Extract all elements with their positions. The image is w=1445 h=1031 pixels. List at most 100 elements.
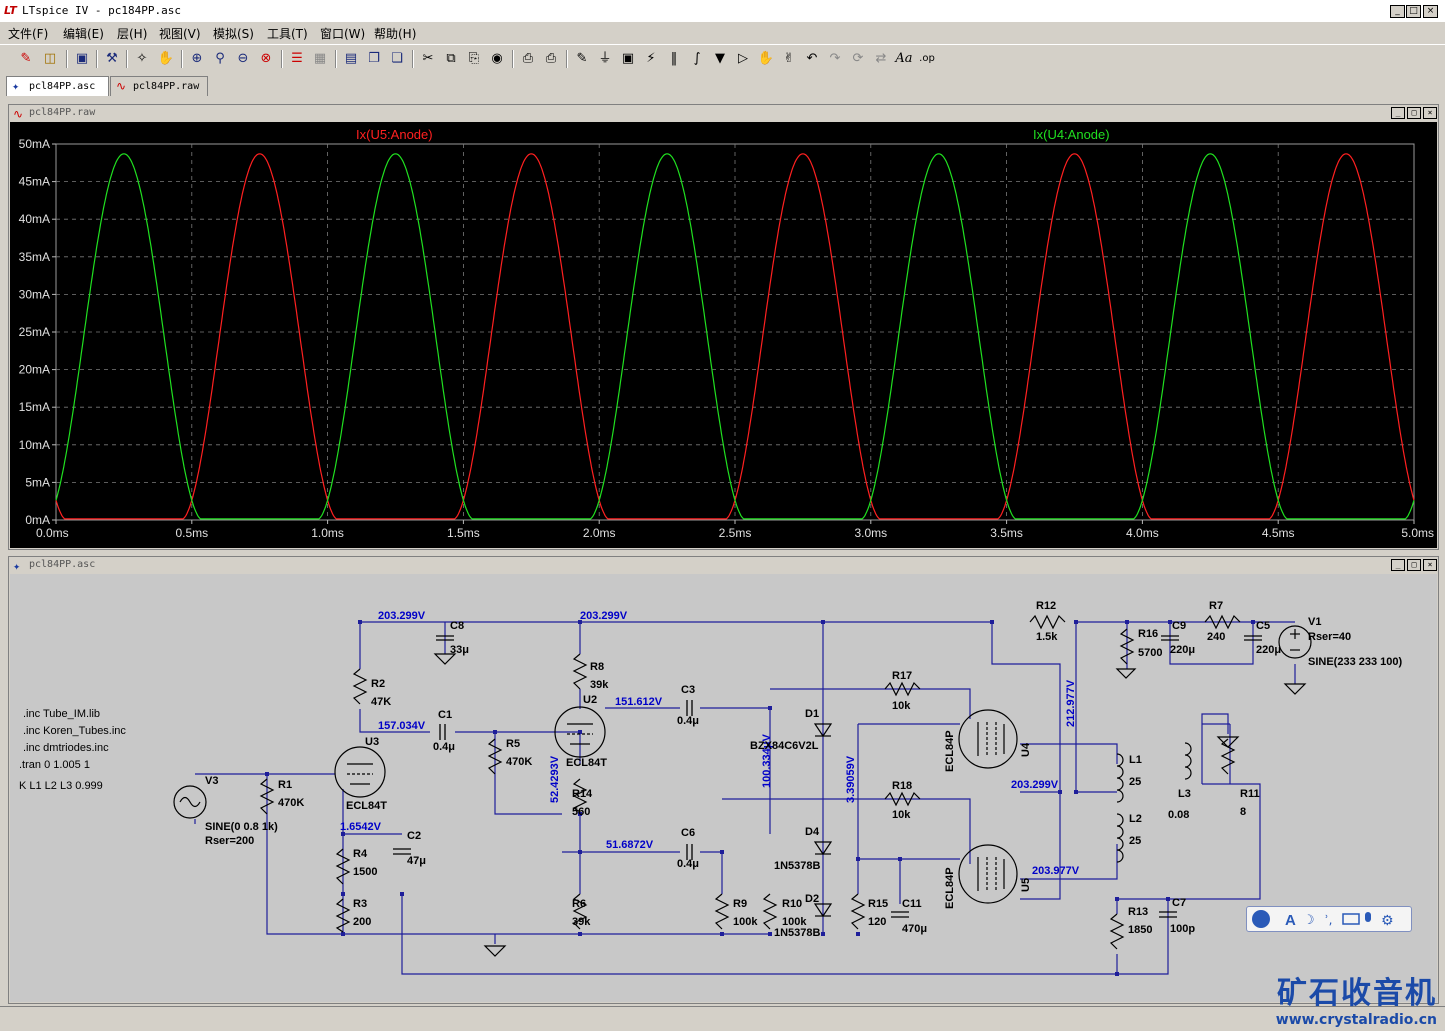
schematic-window-titlebar: ✦ pcl84PP.asc _ □ × [9,557,1438,573]
redo-icon[interactable]: ↷ [825,49,845,69]
cut-icon[interactable]: ✂ [418,49,438,69]
schematic-minimize-button[interactable]: _ [1391,559,1405,571]
tile-horizontal-icon[interactable]: ▤ [341,49,361,69]
ime-moon-icon[interactable]: ☽ [1303,913,1315,928]
grid-icon[interactable]: ▦ [310,49,330,69]
component-value: 10k [892,700,911,712]
ime-voice-icon[interactable] [1365,912,1371,922]
print-icon[interactable]: ⎙ [541,49,561,69]
node-voltage: 151.612V [615,696,663,708]
y-tick-label: 5mA [25,475,50,489]
ime-logo-icon[interactable] [1252,910,1270,928]
x-tick-label: 4.0ms [1126,526,1159,540]
schematic-close-button[interactable]: × [1423,559,1437,571]
mirror-icon[interactable]: ⇄ [871,49,891,69]
waveform-close-button[interactable]: × [1423,107,1437,119]
schematic-drawing[interactable]: .inc Tube_IM.lib .inc Koren_Tubes.inc .i… [10,574,1437,1002]
waveform-plot[interactable]: Ix(U5:Anode) Ix(U4:Anode) 0.0ms 0.5ms 1.0m… [10,122,1437,548]
y-tick-label: 45mA [19,175,50,189]
minimize-button[interactable]: _ [1390,5,1405,18]
component-value: 39k [572,916,591,928]
menu-edit[interactable]: 编辑(E) [63,25,104,42]
menu-file[interactable]: 文件(F) [8,25,48,42]
diode-icon[interactable]: ▼ [710,49,730,69]
component-ref: R15 [868,898,888,910]
wire-icon[interactable]: ✎ [572,49,592,69]
ime-punctuation-icon[interactable]: ʾ, [1325,913,1333,927]
ime-mode-icon[interactable]: A [1285,912,1296,929]
component-ref: D1 [805,708,819,720]
inductor-icon[interactable]: ∫ [687,49,707,69]
print-preview-icon[interactable]: ⎙ [518,49,538,69]
trace-label-green[interactable]: Ix(U4:Anode) [1033,127,1110,142]
label-net-icon[interactable]: ▣ [618,49,638,69]
pan-icon[interactable]: ⚲ [210,49,230,69]
tab-schematic[interactable]: ✦ pcl84PP.asc [6,76,109,96]
close-all-icon[interactable]: ❏ [387,49,407,69]
menu-help[interactable]: 帮助(H) [374,25,416,42]
rotate-icon[interactable]: ⟳ [848,49,868,69]
x-tick-label: 2.0ms [583,526,616,540]
run-icon[interactable]: ✧ [132,49,152,69]
tab-waveform[interactable]: ∿ pcl84PP.raw [110,76,208,96]
find-icon[interactable]: ◉ [487,49,507,69]
ime-settings-icon[interactable]: ⚙ [1381,913,1394,929]
menu-hierarchy[interactable]: 层(H) [117,25,147,42]
plot-pane[interactable]: Ix(U5:Anode) Ix(U4:Anode) 0.0ms 0.5ms 1.0m… [10,122,1437,548]
component-ref: V1 [1308,616,1321,628]
menu-simulate[interactable]: 模拟(S) [213,25,254,42]
node-voltage: 51.6872V [606,839,654,851]
copy-icon[interactable]: ⧉ [441,49,461,69]
capacitor-icon[interactable]: ‖ [664,49,684,69]
zoom-out-icon[interactable]: ⊖ [233,49,253,69]
ime-toolbar[interactable]: A ☽ ʾ, ⚙ [1246,906,1412,932]
ground-icon[interactable]: ⏚ [595,49,615,69]
trace-label-red[interactable]: Ix(U5:Anode) [356,127,433,142]
control-panel-icon[interactable]: ⚒ [102,49,122,69]
open-folder-icon[interactable]: ◫ [40,49,60,69]
menu-window[interactable]: 窗口(W) [320,25,365,42]
ime-keyboard-icon[interactable] [1342,913,1360,925]
autorange-icon[interactable]: ☰ [287,49,307,69]
move-icon[interactable]: ✋ [756,49,776,69]
cascade-icon[interactable]: ❐ [364,49,384,69]
zoom-fit-icon[interactable]: ⊗ [256,49,276,69]
component-ref: D2 [805,893,819,905]
plot-grid [55,143,1415,521]
schematic-canvas[interactable]: .inc Tube_IM.lib .inc Koren_Tubes.inc .i… [10,574,1437,1002]
component-ref: C6 [681,827,695,839]
component-ref: R1 [278,779,292,791]
directive: .tran 0 1.005 1 [19,759,90,771]
component-ref: R13 [1128,906,1148,918]
component-ref: C1 [438,709,452,721]
menu-view[interactable]: 视图(V) [159,25,201,42]
waveform-maximize-button[interactable]: □ [1407,107,1421,119]
drag-icon[interactable]: ✌ [779,49,799,69]
x-tick-label: 5.0ms [1401,526,1434,540]
new-schematic-icon[interactable]: ✎ [16,49,36,69]
y-tick-label: 35mA [19,250,50,264]
maximize-button[interactable]: □ [1406,5,1421,18]
component-value: 220μ [1256,644,1281,656]
component-value: 10k [892,809,911,821]
waveform-window-titlebar: ∿ pcl84PP.raw _ □ × [9,105,1438,121]
schematic-maximize-button[interactable]: □ [1407,559,1421,571]
paste-icon[interactable]: ⎘ [464,49,484,69]
resistor-icon[interactable]: ⚡ [641,49,661,69]
component-value: 1N5378B [774,927,821,939]
text-icon[interactable]: Aa [894,49,914,69]
component-ref: R8 [590,661,604,673]
axis-ticks: 0.0ms 0.5ms 1.0ms 1.5ms 2.0ms 2.5ms 3.0ms 3.5ms… [19,137,1434,540]
close-button[interactable]: × [1423,5,1438,18]
zoom-in-icon[interactable]: ⊕ [187,49,207,69]
menu-tools[interactable]: 工具(T) [267,25,308,42]
component-value: 1500 [353,866,377,878]
spice-directive-icon[interactable]: .op [917,49,937,69]
save-icon[interactable]: ▣ [72,49,92,69]
halt-icon[interactable]: ✋ [156,49,176,69]
component-value: 0.4μ [433,741,455,753]
waveform-minimize-button[interactable]: _ [1391,107,1405,119]
undo-icon[interactable]: ↶ [802,49,822,69]
component-icon[interactable]: ▷ [733,49,753,69]
directive: K L1 L2 L3 0.999 [19,780,103,792]
